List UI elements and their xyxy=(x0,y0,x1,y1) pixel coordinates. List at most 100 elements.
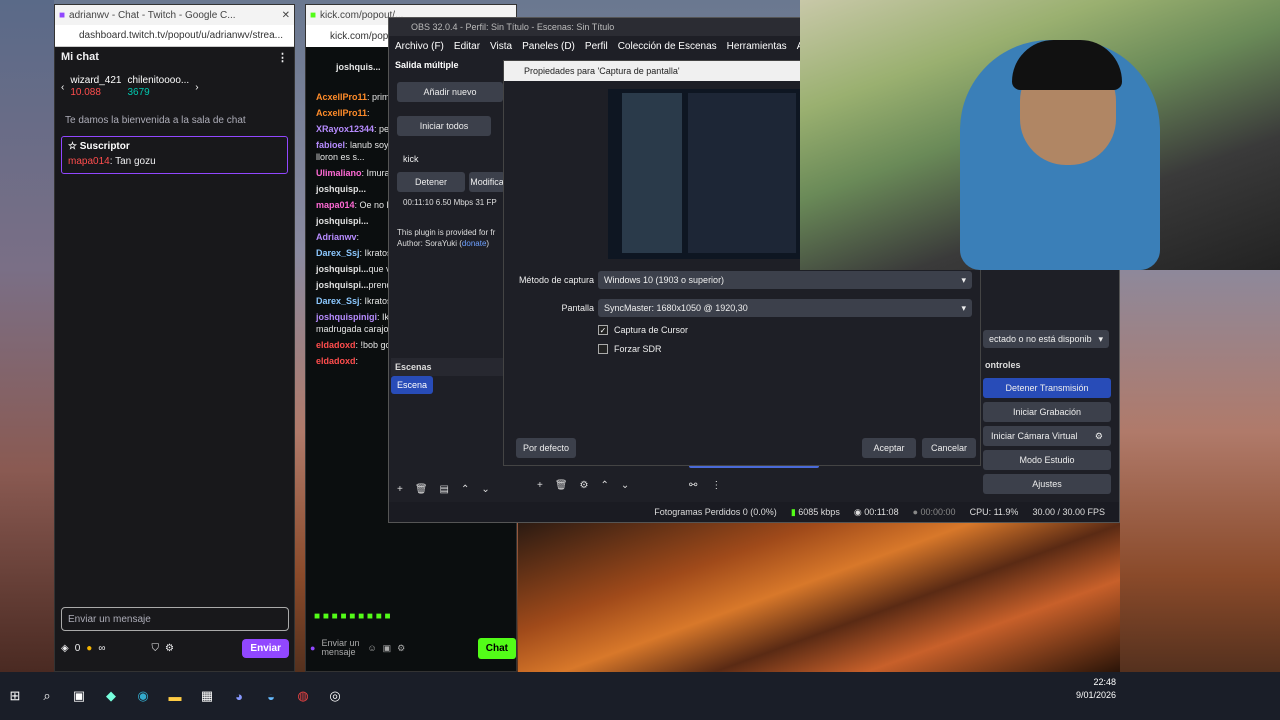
multi-output-panel: Salida múltiple Añadir nuevo Iniciar tod… xyxy=(391,58,505,248)
capture-preview xyxy=(608,89,800,259)
edge-icon[interactable]: ◉ xyxy=(134,687,152,705)
cursor-checkbox[interactable]: ✓ Captura de Cursor xyxy=(598,325,688,335)
kick-message-user[interactable]: Darex_Ssj xyxy=(316,248,360,258)
search-icon[interactable]: ⌕ xyxy=(38,687,56,705)
down-source-icon[interactable]: ⌄ xyxy=(621,480,629,491)
stream-status-dropdown[interactable]: ectado o no está disponib ▾ xyxy=(983,330,1109,348)
kick-message-user[interactable]: eldadoxd xyxy=(316,356,356,366)
obs-menu-item[interactable]: Archivo (F) xyxy=(395,41,444,52)
obs-menu-item[interactable]: Perfil xyxy=(585,41,608,52)
capture-method-select[interactable]: Windows 10 (1903 o superior) ▾ xyxy=(598,271,972,289)
emote-bar[interactable]: ■ ■ ■ ■ ■ ■ ■ ■ ■ xyxy=(314,611,391,622)
sdr-checkbox[interactable]: Forzar SDR xyxy=(598,344,662,354)
link-icon[interactable]: ⚯ xyxy=(689,480,697,491)
dropdown-arrow-icon: ▾ xyxy=(1098,333,1103,344)
clock[interactable]: 22:48 9/01/2026 xyxy=(1076,676,1116,702)
gear-source-icon[interactable]: ⚙ xyxy=(580,480,589,491)
kick-message-user[interactable]: AcxellPro11 xyxy=(316,108,367,118)
modify-target-button[interactable]: Modifica xyxy=(469,172,505,192)
channel-points-icon[interactable]: ◈ xyxy=(61,643,69,654)
obs-menu-item[interactable]: Colección de Escenas xyxy=(618,41,717,52)
studio-mode-button[interactable]: Modo Estudio xyxy=(983,450,1111,470)
chevron-down-icon[interactable]: ⌄ xyxy=(481,484,489,495)
stop-stream-button[interactable]: Detener Transmisión xyxy=(983,378,1111,398)
kick-message-user[interactable]: mapa014 xyxy=(316,200,355,210)
twitch-icon: ■ xyxy=(59,9,66,21)
settings-button[interactable]: Ajustes xyxy=(983,474,1111,494)
defaults-button[interactable]: Por defecto xyxy=(516,438,576,458)
kick-icon: ■ xyxy=(310,9,317,21)
trash-source-icon[interactable]: 🗑 xyxy=(555,480,568,491)
stream-time: ◉ 00:11:08 xyxy=(853,506,899,517)
sub-user[interactable]: mapa014 xyxy=(68,156,110,167)
screen-select[interactable]: SyncMaster: 1680x1050 @ 1920,30 ▾ xyxy=(598,299,972,317)
kick-message-user[interactable]: fabioel xyxy=(316,140,345,150)
obs-menu-item[interactable]: Paneles (D) xyxy=(522,41,575,52)
cancel-button[interactable]: Cancelar xyxy=(922,438,976,458)
fps: 30.00 / 30.00 FPS xyxy=(1032,507,1105,517)
kick-bottom-bar: ● Enviar un mensaje ☺ ▣ ⚙ Chat xyxy=(310,633,516,663)
gifter-1[interactable]: wizard_421 10.088 xyxy=(70,75,121,99)
chrome-icon[interactable]: ◍ xyxy=(294,687,312,705)
obs-menu-item[interactable]: Vista xyxy=(490,41,512,52)
kick-message-user[interactable]: eldadoxd xyxy=(316,340,356,350)
add-icon[interactable]: + xyxy=(397,484,403,495)
kick-message-user[interactable]: joshquispi... xyxy=(316,280,369,290)
accept-button[interactable]: Aceptar xyxy=(862,438,916,458)
start-all-button[interactable]: Iniciar todos xyxy=(397,116,491,136)
trash-icon[interactable]: 🗑 xyxy=(415,484,428,495)
obs-menu-item[interactable]: Editar xyxy=(454,41,480,52)
send-button[interactable]: Enviar xyxy=(242,638,289,658)
store-icon[interactable]: ▦ xyxy=(198,687,216,705)
settings-icon[interactable]: ⚙ xyxy=(397,643,405,654)
start-recording-button[interactable]: Iniciar Grabación xyxy=(983,402,1111,422)
subscriber-panel: ☆ Suscriptor mapa014: Tan gozu xyxy=(61,136,288,174)
up-source-icon[interactable]: ⌃ xyxy=(601,480,609,491)
gear-icon[interactable]: ⚙ xyxy=(165,643,174,654)
kick-message-user[interactable]: Adrianwv xyxy=(316,232,357,242)
chevron-right-icon[interactable]: › xyxy=(195,82,198,93)
more-mixer-icon[interactable]: ⋮ xyxy=(711,480,721,491)
file-explorer-icon[interactable]: ▬ xyxy=(166,687,184,705)
obs-icon[interactable]: ◎ xyxy=(326,687,344,705)
kick-message-user[interactable]: joshquispi... xyxy=(316,264,369,274)
webcam-hair xyxy=(1012,40,1122,90)
virtual-camera-button[interactable]: Iniciar Cámara Virtual ⚙ xyxy=(983,426,1111,446)
chat-input[interactable]: Enviar un mensaje xyxy=(61,607,289,631)
steam-icon[interactable]: ◒ xyxy=(262,687,280,705)
emoji-icon[interactable]: ☺ xyxy=(367,643,376,653)
obs-menu-item[interactable]: Herramientas xyxy=(727,41,787,52)
source-toolbar: + 🗑 ⚙ ⌃ ⌄ xyxy=(537,480,629,491)
kick-chat-button[interactable]: Chat xyxy=(477,637,516,659)
shield-icon[interactable]: ⛉ xyxy=(151,643,159,654)
mic-icon[interactable]: ● xyxy=(310,643,315,653)
gifter-2[interactable]: chilenitoooo... 3679 xyxy=(128,75,190,99)
kick-message-user[interactable]: AcxellPro11 xyxy=(316,92,367,102)
kick-message-user[interactable]: joshquispinigi xyxy=(316,312,377,322)
kick-message-user[interactable]: joshquispi... xyxy=(316,216,369,226)
add-source-icon[interactable]: + xyxy=(537,480,543,491)
kick-message-user[interactable]: joshquisp... xyxy=(316,184,366,194)
stop-target-button[interactable]: Detener xyxy=(397,172,465,192)
discord-icon[interactable]: ◕ xyxy=(230,687,248,705)
kick-message-user[interactable]: Darex_Ssj xyxy=(316,296,360,306)
cpu-usage: CPU: 11.9% xyxy=(969,507,1019,517)
close-icon[interactable]: ✕ xyxy=(282,10,290,21)
copilot-icon[interactable]: ◆ xyxy=(102,687,120,705)
filter-icon[interactable]: ▤ xyxy=(440,484,449,495)
more-icon[interactable]: ⋮ xyxy=(277,51,288,64)
infinite-count: ∞ xyxy=(98,642,106,654)
task-view-icon[interactable]: ▣ xyxy=(70,687,88,705)
gear-icon[interactable]: ⚙ xyxy=(1095,431,1103,442)
kick-message-user[interactable]: XRayox12344 xyxy=(316,124,374,134)
chevron-left-icon[interactable]: ‹ xyxy=(61,82,64,93)
kick-input[interactable]: Enviar un mensaje xyxy=(321,639,361,657)
kick-message-user[interactable]: Ulimaliano xyxy=(316,168,362,178)
scene-item[interactable]: Escena xyxy=(391,376,434,394)
twitch-url-bar[interactable]: dashboard.twitch.tv/popout/u/adrianwv/st… xyxy=(55,25,294,47)
windows-start-icon[interactable]: ⊞ xyxy=(6,687,24,705)
gift-icon[interactable]: ▣ xyxy=(383,643,392,654)
add-new-button[interactable]: Añadir nuevo xyxy=(397,82,503,102)
donate-link[interactable]: donate xyxy=(462,239,486,248)
chevron-up-icon[interactable]: ⌃ xyxy=(461,484,469,495)
